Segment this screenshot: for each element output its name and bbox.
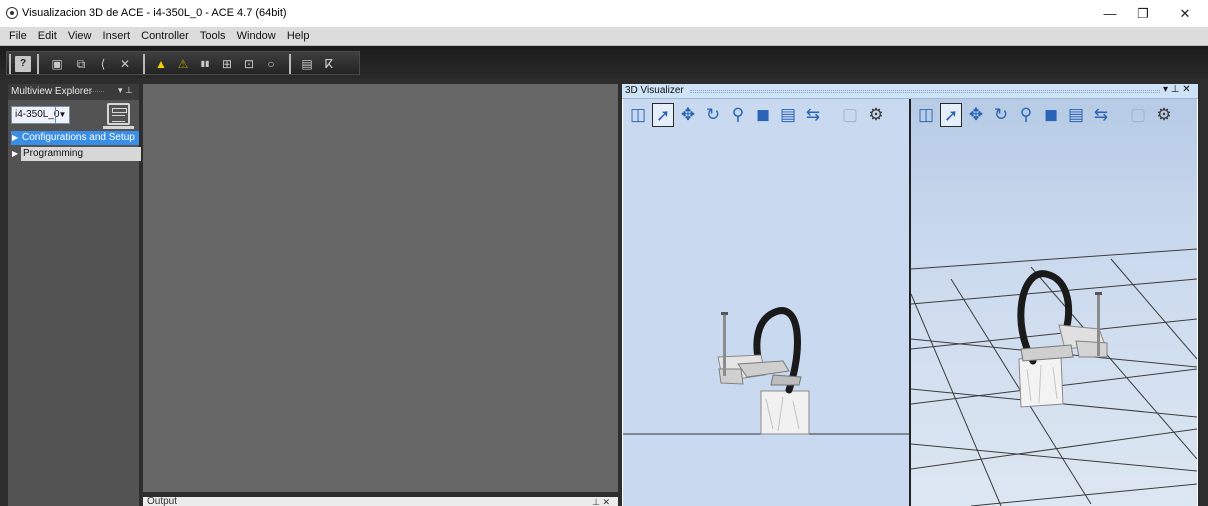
tree-item-configurations[interactable]: ▶ Configurations and Setup [11,131,139,145]
controller-device-icon-base [103,126,134,129]
output-panel-buttons[interactable]: ⊥ ✕ [592,497,610,506]
menu-tools[interactable]: Tools [196,27,230,42]
toolbar-separator [9,54,11,74]
connect-icon[interactable]: ⊡ [241,56,257,72]
expand-arrow-icon[interactable]: ▶ [12,131,18,145]
output-panel-header: Output ⊥ ✕ [143,497,618,506]
toolbar-separator [37,54,39,74]
controller-device-icon[interactable] [107,103,130,125]
restore-button[interactable]: ❐ [1120,0,1166,27]
3d-visualizer-panel: 3D Visualizer ▾ ⊥ ✕ ◫ ➚ ✥ ↻ ⚲ ◼ ▤ ⇆ ▢ ⚙ [622,84,1198,506]
robot-model [717,307,810,435]
device-select[interactable]: i4-350L_0 ▼ [11,106,70,124]
output-title: Output [147,497,178,506]
title-bar: Visualizacion 3D de ACE - i4-350L_0 - AC… [0,0,1208,27]
close-button[interactable]: ✕ [1162,0,1208,27]
window-title: Visualizacion 3D de ACE - i4-350L_0 - AC… [22,7,287,19]
visualizer-header: 3D Visualizer ▾ ⊥ ✕ [622,84,1198,99]
tree-item-label: Configurations and Setup [22,132,135,143]
help-icon[interactable]: ? [15,56,31,72]
device-select-value: i4-350L_0 [15,109,60,120]
expand-arrow-icon[interactable]: ▶ [12,147,18,161]
warning-icon[interactable]: ▲ [153,56,169,72]
multiview-explorer: Multiview Explorer ▾ ⊥ i4-350L_0 ▼ ▶ Con… [8,84,141,506]
record-icon[interactable]: ○ [263,56,279,72]
app-icon [6,7,18,19]
explorer-grip [76,91,104,93]
menu-window[interactable]: Window [233,27,280,42]
toolbar: ? ▣ ⧉ ⟨ ✕ ▲ ⚠ ▮▮ ⊞ ⊡ ○ ▤ ⴽ [0,46,1208,79]
menu-insert[interactable]: Insert [99,27,135,42]
warning-off-icon[interactable]: ⚠ [175,56,191,72]
3d-view-icon[interactable]: ▣ [49,56,65,72]
toolbar-separator [143,54,145,74]
window-icon[interactable]: ⧉ [73,56,89,72]
menu-controller[interactable]: Controller [137,27,193,42]
front-scene [623,307,909,435]
toolbar-separator [289,54,291,74]
menu-help[interactable]: Help [283,27,314,42]
visualizer-window-buttons[interactable]: ▾ ⊥ ✕ [1163,84,1191,95]
explorer-pin-button[interactable]: ▾ ⊥ [118,85,133,96]
explorer-header: Multiview Explorer ▾ ⊥ [8,84,139,100]
tree-item-programming[interactable]: ▶ Programming [11,147,141,161]
menu-view[interactable]: View [64,27,96,42]
tree-item-label: Programming [21,147,141,161]
visualizer-grip [690,90,1160,93]
viewport-front[interactable]: ◫ ➚ ✥ ↻ ⚲ ◼ ▤ ⇆ ▢ ⚙ [623,99,909,506]
editor-area [143,84,618,492]
robot-icon[interactable]: ⴽ [321,56,337,72]
visualizer-title: 3D Visualizer [625,85,684,96]
toolbar-strip: ? ▣ ⧉ ⟨ ✕ ▲ ⚠ ▮▮ ⊞ ⊡ ○ ▤ ⴽ [6,51,360,75]
viewport-perspective[interactable]: ◫ ➚ ✥ ↻ ⚲ ◼ ▤ ⇆ ▢ ⚙ [911,99,1197,506]
menu-edit[interactable]: Edit [34,27,61,42]
menu-file[interactable]: File [5,27,31,42]
tools-icon[interactable]: ✕ [117,56,133,72]
chevron-down-icon[interactable]: ▼ [55,107,69,123]
pointer-icon[interactable]: ⟨ [95,56,111,72]
network-icon[interactable]: ⊞ [219,56,235,72]
pause-icon[interactable]: ▮▮ [197,56,213,72]
menu-bar: File Edit View Insert Controller Tools W… [0,27,1208,46]
grid-icon[interactable]: ▤ [299,56,315,72]
perspective-scene [911,248,1197,506]
